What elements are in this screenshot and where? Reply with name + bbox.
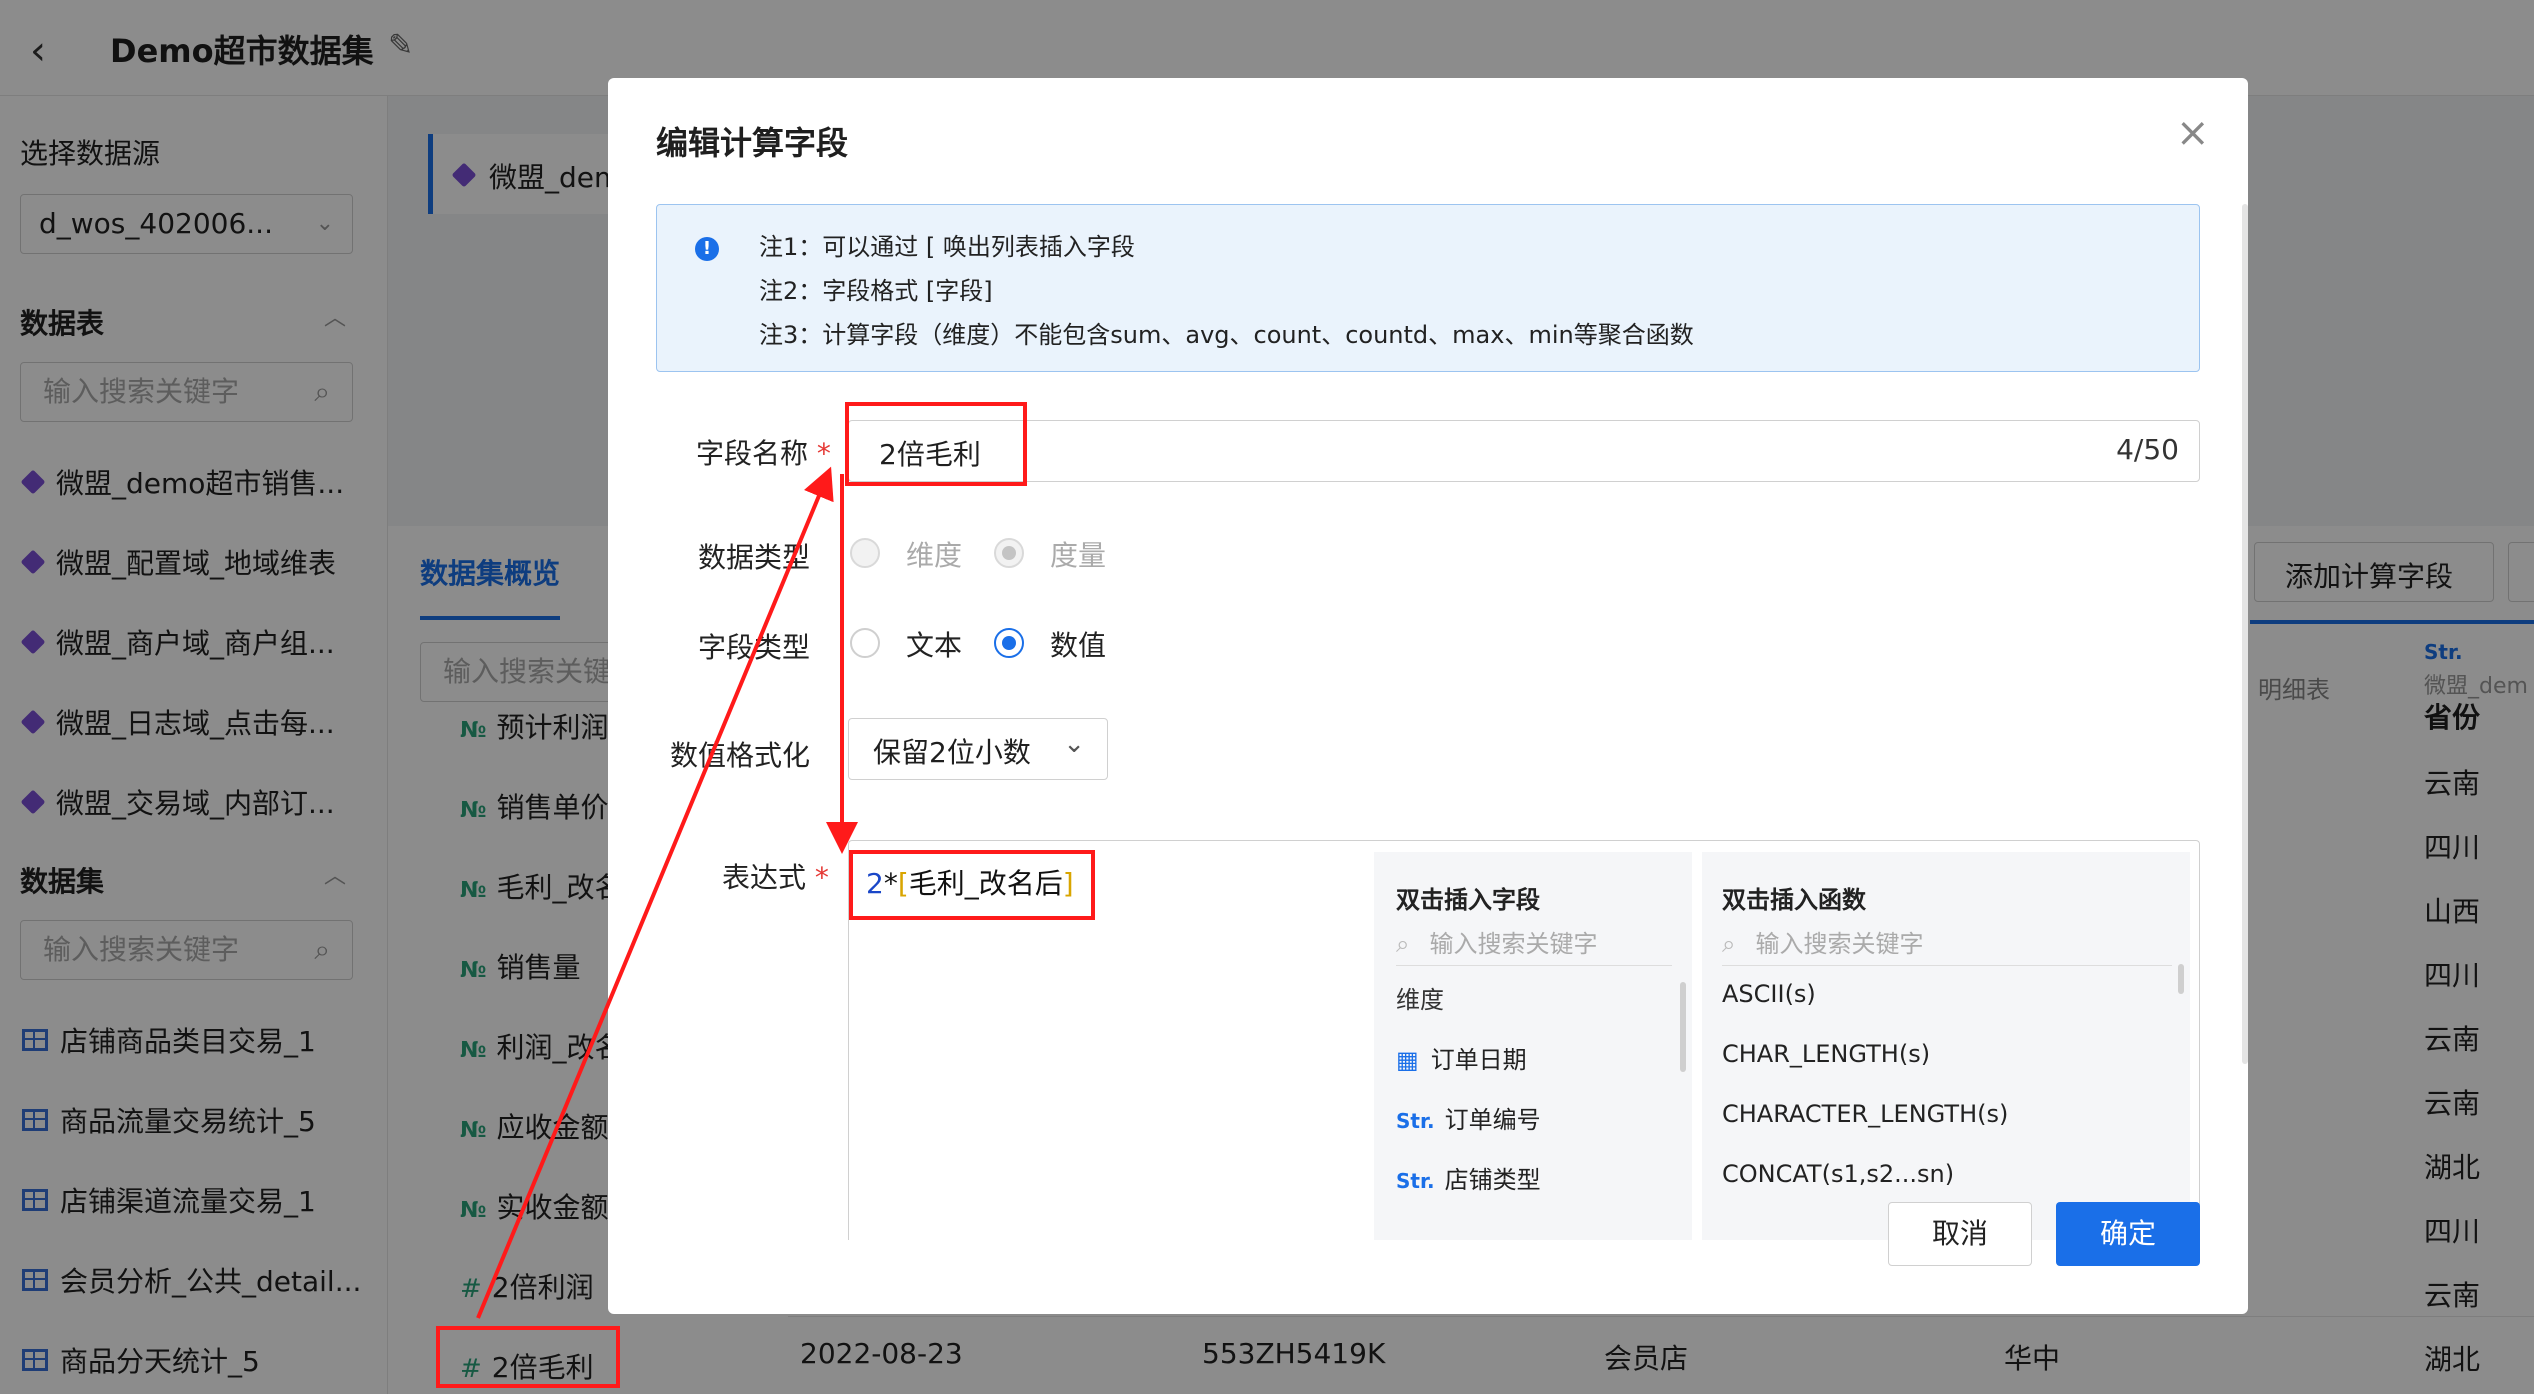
annotation-arrows [476,466,858,1319]
arrow-to-name [476,466,834,1319]
